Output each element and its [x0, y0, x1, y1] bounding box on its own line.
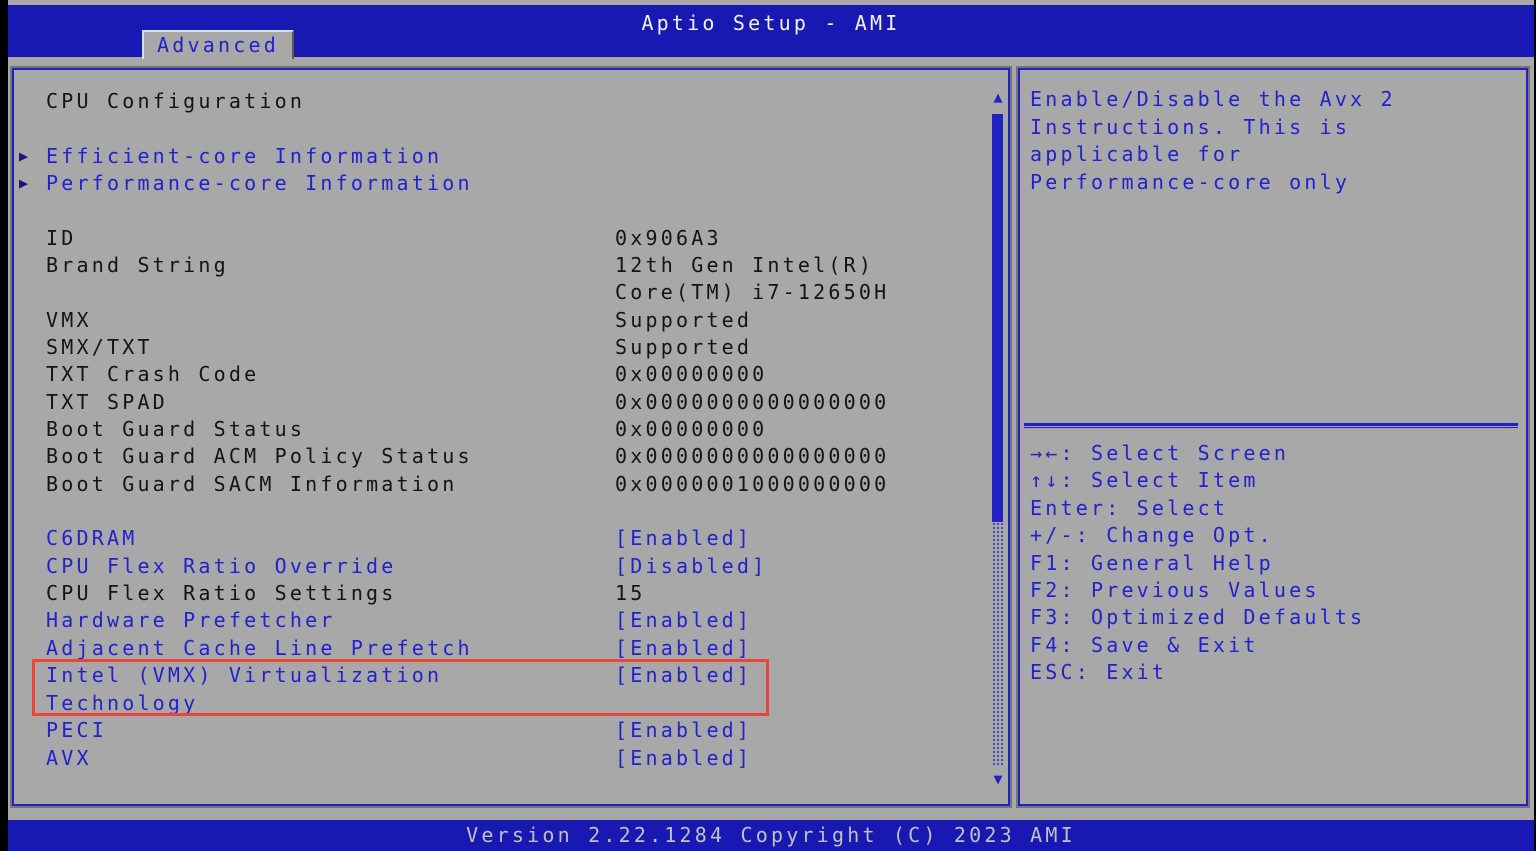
info-row-boot-guard-acm: Boot Guard ACM Policy Status0x0000000000… — [14, 443, 1008, 470]
option-row-intel-vmx-virtualization[interactable]: Intel (VMX) Virtualization[Enabled] — [14, 662, 1008, 689]
section-title: CPU Configuration — [14, 88, 1008, 115]
option-row-avx[interactable]: AVX[Enabled] — [14, 745, 1008, 772]
header-bar: Aptio Setup - AMI Advanced — [8, 5, 1534, 57]
info-row-boot-guard-status: Boot Guard Status0x00000000 — [14, 416, 1008, 443]
help-panel: Enable/Disable the Avx 2 Instructions. T… — [1018, 68, 1528, 806]
option-row-intel-vmx-virtualization-cont[interactable]: Technology — [14, 690, 1008, 717]
info-row-cpu-flex-ratio-settings: CPU Flex Ratio Settings15 — [14, 580, 1008, 607]
info-row-id: ID0x906A3 — [14, 225, 1008, 252]
version-text: Version 2.22.1284 Copyright (C) 2023 AMI — [8, 823, 1534, 847]
key-hint-f4-save-exit: F4: Save & Exit — [1030, 632, 1365, 659]
key-hint-f2-previous-values: F2: Previous Values — [1030, 577, 1365, 604]
info-row-brand-string-cont: Core(TM) i7-12650H — [14, 279, 1008, 306]
key-hint-change-opt: +/-: Change Opt. — [1030, 522, 1365, 549]
info-row-smx-txt: SMX/TXTSupported — [14, 334, 1008, 361]
bios-setup-screen: { "header": { "title": "Aptio Setup - AM… — [0, 0, 1536, 851]
key-hint-esc-exit: ESC: Exit — [1030, 659, 1365, 686]
main-panel: CPU Configuration ▶Efficient-core Inform… — [12, 68, 1010, 806]
key-hints: →←: Select Screen ↑↓: Select Item Enter:… — [1030, 440, 1365, 687]
scroll-down-icon[interactable]: ▼ — [991, 772, 1005, 786]
key-hint-f3-optimized-defaults: F3: Optimized Defaults — [1030, 604, 1365, 631]
info-row-txt-crash-code: TXT Crash Code0x00000000 — [14, 361, 1008, 388]
footer-bar: Version 2.22.1284 Copyright (C) 2023 AMI — [8, 820, 1534, 851]
scrollbar[interactable]: ▲ ▼ — [991, 88, 1005, 788]
scrollbar-thumb[interactable] — [992, 114, 1003, 522]
help-text: Enable/Disable the Avx 2 Instructions. T… — [1030, 86, 1396, 196]
key-hint-enter-select: Enter: Select — [1030, 495, 1365, 522]
info-row-txt-spad: TXT SPAD0x0000000000000000 — [14, 389, 1008, 416]
option-row-adjacent-cache-line-prefetch[interactable]: Adjacent Cache Line Prefetch[Enabled] — [14, 635, 1008, 662]
submenu-arrow-icon: ▶ — [19, 170, 31, 197]
submenu-arrow-icon: ▶ — [19, 143, 31, 170]
scrollbar-track[interactable] — [992, 522, 1003, 766]
submenu-item-performance-core[interactable]: ▶Performance-core Information — [14, 170, 1008, 197]
option-row-cpu-flex-ratio-override[interactable]: CPU Flex Ratio Override[Disabled] — [14, 553, 1008, 580]
screen-background: Aptio Setup - AMI Advanced CPU Configura… — [8, 0, 1534, 851]
option-row-peci[interactable]: PECI[Enabled] — [14, 717, 1008, 744]
option-row-c6dram[interactable]: C6DRAM[Enabled] — [14, 525, 1008, 552]
info-row-vmx: VMXSupported — [14, 307, 1008, 334]
help-panel-divider — [1024, 423, 1518, 429]
key-hint-select-item: ↑↓: Select Item — [1030, 467, 1365, 494]
key-hint-select-screen: →←: Select Screen — [1030, 440, 1365, 467]
scroll-up-icon[interactable]: ▲ — [991, 90, 1005, 104]
info-row-boot-guard-sacm: Boot Guard SACM Information0x00000010000… — [14, 471, 1008, 498]
key-hint-f1-general-help: F1: General Help — [1030, 550, 1365, 577]
submenu-item-efficient-core[interactable]: ▶Efficient-core Information — [14, 143, 1008, 170]
option-row-hardware-prefetcher[interactable]: Hardware Prefetcher[Enabled] — [14, 607, 1008, 634]
info-row-brand-string: Brand String12th Gen Intel(R) — [14, 252, 1008, 279]
tab-advanced[interactable]: Advanced — [142, 30, 294, 59]
